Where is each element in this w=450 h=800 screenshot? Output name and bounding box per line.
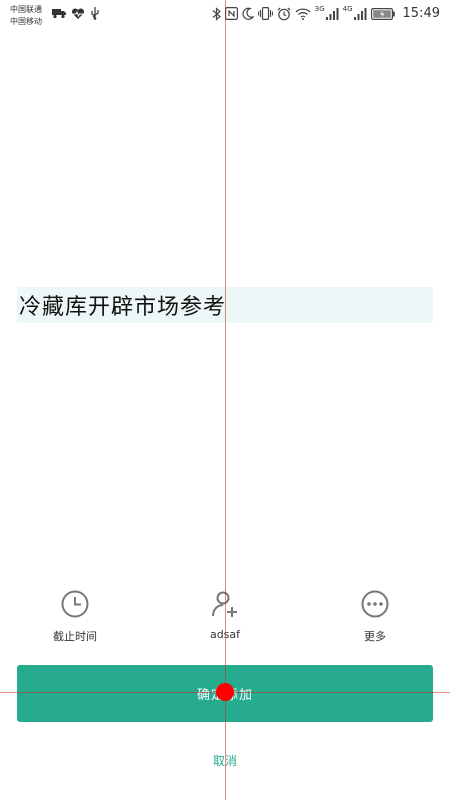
status-left-icons	[52, 7, 100, 20]
nfc-icon	[224, 7, 238, 20]
more-icon	[359, 588, 391, 620]
wifi-icon	[295, 7, 311, 20]
vibrate-icon	[257, 7, 273, 20]
confirm-add-label: 确定添加	[196, 688, 253, 703]
action-row: 截止时间 adsaf 更多	[0, 588, 450, 648]
carrier-1: 中国联通	[10, 5, 42, 14]
task-title-text: 冷藏库开辟市场参考	[19, 295, 227, 320]
task-title-field[interactable]: 冷藏库开辟市场参考	[17, 287, 433, 323]
cancel-button[interactable]: 取消	[175, 752, 275, 769]
more-label: 更多	[364, 630, 386, 643]
carrier-2: 中国移动	[10, 17, 42, 26]
alarm-icon	[277, 7, 291, 21]
deadline-label: 截止时间	[53, 630, 97, 643]
network-type-4g: 4G	[342, 4, 353, 13]
assignee-label: adsaf	[209, 628, 241, 641]
assignee-button[interactable]: adsaf	[175, 588, 275, 641]
status-time: 15:49	[402, 6, 440, 21]
network-type-3g: 3G	[314, 4, 325, 13]
carrier-info: 中国联通 中国移动	[10, 4, 42, 28]
signal-icon	[325, 7, 339, 20]
usb-icon	[90, 7, 100, 20]
status-right: 3G 4G 15:49	[212, 4, 440, 21]
moon-icon	[242, 7, 254, 20]
bluetooth-icon	[212, 6, 221, 21]
clock-icon	[59, 588, 91, 620]
heart-pulse-icon	[71, 7, 85, 20]
add-person-icon	[209, 588, 241, 620]
deadline-button[interactable]: 截止时间	[25, 588, 125, 644]
signal-icon	[353, 7, 367, 20]
truck-icon	[52, 8, 66, 19]
confirm-add-button[interactable]: 确定添加	[17, 665, 433, 722]
battery-charging-icon	[370, 7, 395, 20]
more-button[interactable]: 更多	[325, 588, 425, 644]
status-bar: 中国联通 中国移动 3G 4G 15:49	[0, 0, 450, 32]
